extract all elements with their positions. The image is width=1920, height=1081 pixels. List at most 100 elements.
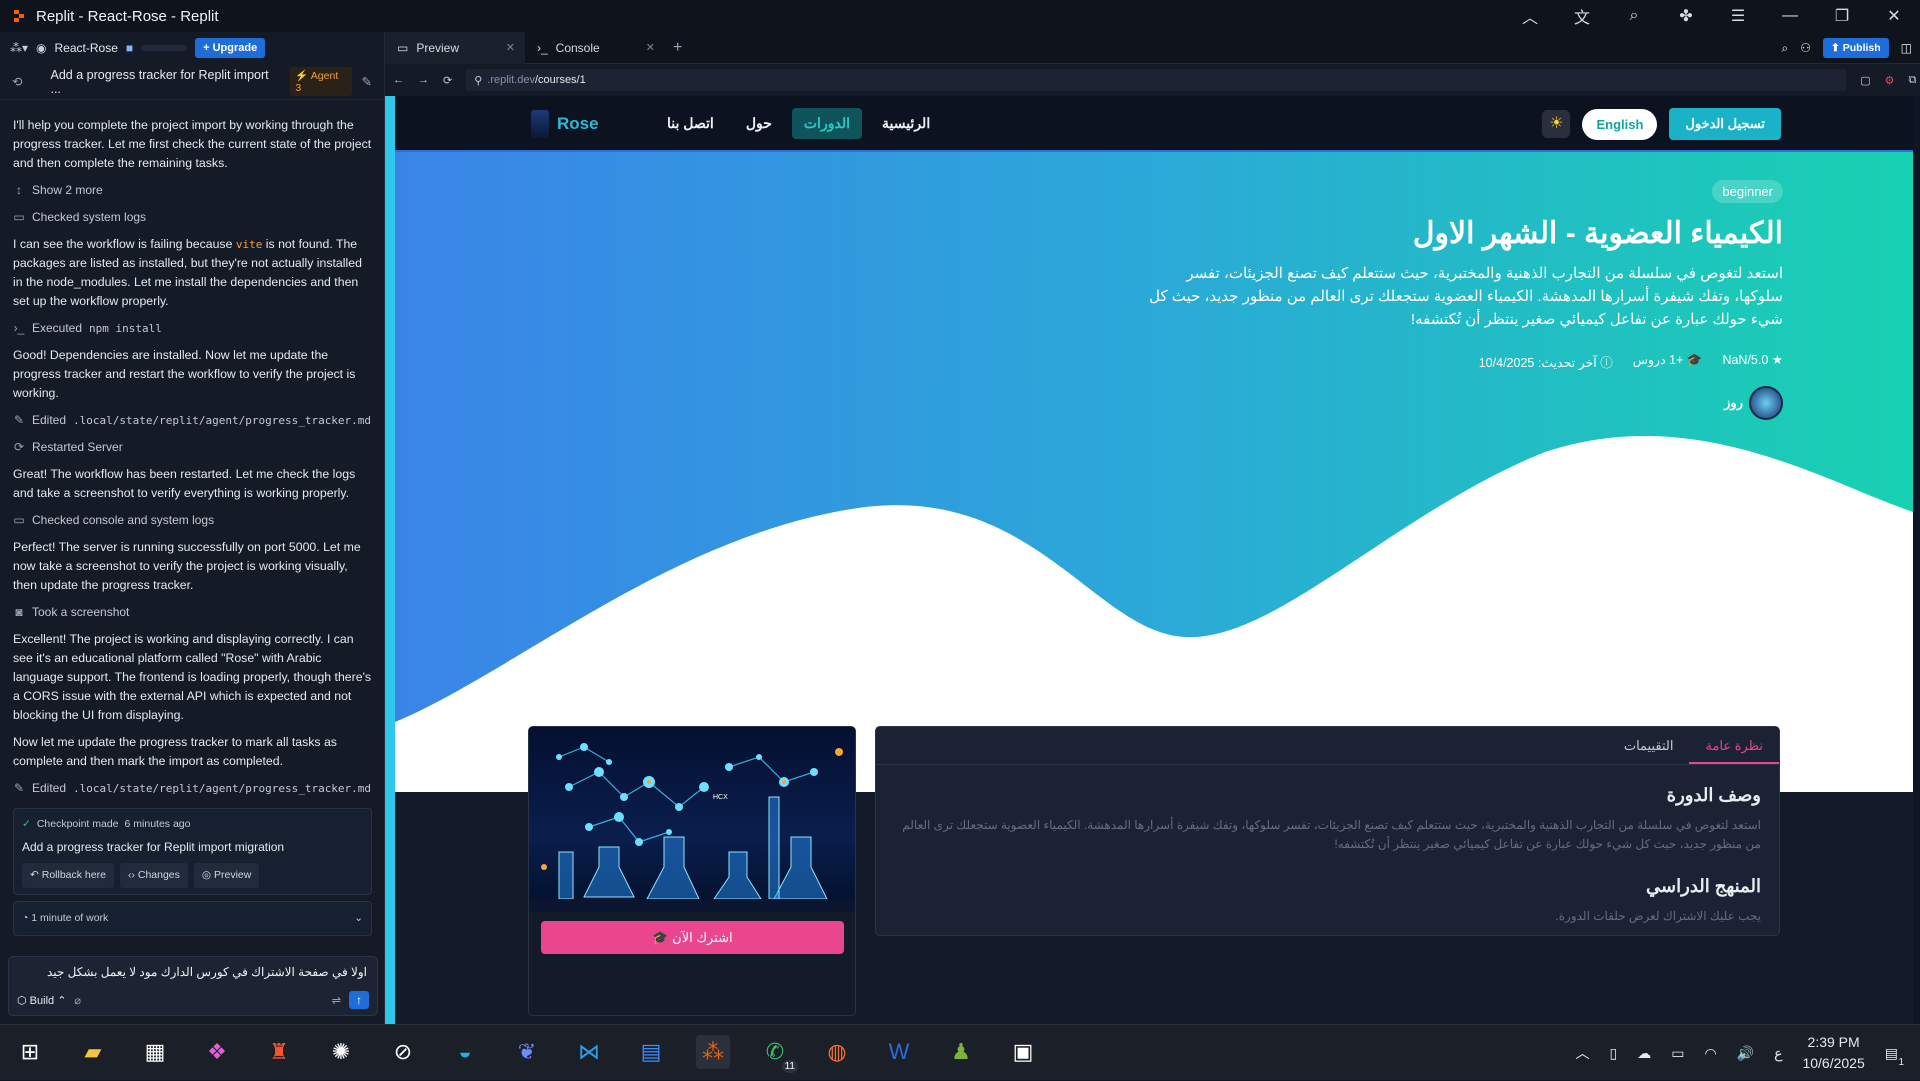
tab-reviews[interactable]: التقييمات	[1608, 727, 1690, 764]
new-tab-button[interactable]: +	[665, 39, 690, 57]
attach-icon[interactable]: ⌀	[74, 994, 81, 1007]
translate-icon[interactable]: 文	[1556, 0, 1608, 32]
upgrade-button[interactable]: + Upgrade	[195, 38, 265, 58]
rollback-button[interactable]: ↶ Rollback here	[22, 863, 114, 888]
history-icon[interactable]: ⟲	[12, 74, 22, 89]
send-button[interactable]: ↑	[349, 991, 369, 1009]
devtools-icon[interactable]: ⚙	[1885, 74, 1895, 87]
chemistry-lab-image: HCX	[529, 727, 856, 912]
tab-preview[interactable]: ▭Preview✕	[385, 32, 525, 64]
chat-log: I'll help you complete the project impor…	[0, 100, 384, 936]
open-new-window-icon[interactable]: ⧉	[1909, 74, 1917, 87]
chat-composer[interactable]: اولا في صفحة الاشتراك في كورس الدارك مود…	[8, 956, 378, 1016]
restart-icon: ⟳	[13, 438, 25, 457]
site-navbar: Rose اتصل بنا حول الدورات الرئيسية ☀ Eng…	[395, 96, 1913, 152]
bird-app-icon[interactable]: ❦	[510, 1035, 544, 1069]
close-tab-icon[interactable]: ✕	[646, 41, 655, 54]
nav-about[interactable]: حول	[734, 108, 784, 139]
cloud-icon[interactable]: ☁	[1637, 1045, 1651, 1062]
notes-app-icon[interactable]: ▤	[634, 1035, 668, 1069]
chevron-up-icon[interactable]: ︿	[1576, 1043, 1590, 1063]
replit-icon[interactable]: ⁂	[696, 1035, 730, 1069]
nav-home[interactable]: الرئيسية	[870, 108, 942, 139]
wifi-icon[interactable]: ◠	[1704, 1045, 1716, 1062]
postman-icon[interactable]: ◍	[820, 1035, 854, 1069]
url-input[interactable]: ⚲.replit.dev/courses/1	[466, 69, 1846, 91]
new-chat-icon[interactable]: ✎	[362, 74, 372, 89]
reload-icon[interactable]: ⟳	[443, 74, 452, 87]
vscode-icon[interactable]: ⋈	[572, 1035, 606, 1069]
minimize-button[interactable]: —	[1764, 0, 1816, 32]
settings-sliders-icon[interactable]: ⇌	[332, 994, 341, 1007]
menu-icon[interactable]: ☰	[1712, 0, 1764, 32]
chess-icon[interactable]: ♟	[944, 1035, 978, 1069]
back-icon[interactable]: ←	[393, 74, 404, 86]
maximize-button[interactable]: ❐	[1816, 0, 1868, 32]
publish-button[interactable]: ⬆ Publish	[1823, 38, 1889, 58]
search-icon[interactable]: ⌕	[1782, 41, 1789, 56]
invite-icon[interactable]: ⚇	[1800, 41, 1811, 55]
file-explorer-icon[interactable]: ▰	[76, 1035, 110, 1069]
battery-icon[interactable]: ▭	[1671, 1045, 1684, 1062]
chat-message: Great! The workflow has been restarted. …	[13, 465, 372, 503]
terminal-icon: ▭	[13, 208, 25, 227]
zoom-icon[interactable]: ⌕	[1608, 0, 1660, 32]
whatsapp-icon[interactable]: ✆11	[758, 1035, 792, 1069]
snipping-icon[interactable]: ▣	[1006, 1035, 1040, 1069]
nav-contact[interactable]: اتصل بنا	[655, 108, 726, 139]
panel-divider[interactable]	[385, 96, 395, 1024]
work-icon: ◔	[22, 912, 28, 924]
tab-overview[interactable]: نظرة عامة	[1689, 727, 1779, 764]
tab-console[interactable]: ›_Console✕	[525, 32, 665, 64]
language-indicator[interactable]: ع	[1774, 1045, 1782, 1062]
phone-link-icon[interactable]: ▯	[1610, 1045, 1618, 1062]
chat-action[interactable]: ✎Edited.local/state/replit/agent/progres…	[13, 411, 372, 430]
project-name[interactable]: React-Rose	[55, 41, 118, 55]
replit-menu-icon[interactable]: ⁂▾	[10, 41, 28, 55]
chat-action[interactable]: ✎Edited.local/state/replit/agent/progres…	[13, 779, 372, 798]
forward-icon[interactable]: →	[418, 74, 429, 86]
store-icon[interactable]: ▦	[138, 1035, 172, 1069]
layout-icon[interactable]: ◫	[1901, 41, 1912, 55]
chat-action-label: Executed	[32, 319, 82, 338]
close-button[interactable]: ✕	[1868, 0, 1920, 32]
nav-courses[interactable]: الدورات	[792, 108, 862, 139]
language-button[interactable]: English	[1582, 109, 1657, 140]
login-button[interactable]: تسجيل الدخول	[1669, 108, 1781, 140]
close-tab-icon[interactable]: ✕	[506, 41, 515, 54]
preview-button[interactable]: ◎ Preview	[194, 863, 259, 888]
chat-action[interactable]: ▭Checked console and system logs	[13, 511, 372, 530]
brave-icon[interactable]: ♜	[262, 1035, 296, 1069]
work-summary[interactable]: ◔ 1 minute of work⌄	[13, 901, 372, 936]
subscribe-button[interactable]: اشترك الآن 🎓	[541, 921, 844, 954]
volume-icon[interactable]: 🔊	[1737, 1045, 1754, 1062]
show-more-button[interactable]: ↕Show 2 more	[13, 181, 372, 200]
copilot-icon[interactable]: ❖	[200, 1035, 234, 1069]
devices-icon[interactable]: ▢	[1860, 74, 1870, 87]
expand-icon: ↕	[13, 181, 25, 200]
chat-action[interactable]: ⟳Restarted Server	[13, 438, 372, 457]
graduation-cap-icon: 🎓	[652, 930, 668, 945]
rollback-icon: ↶	[30, 869, 39, 881]
chevron-up-icon[interactable]: ︿	[1504, 0, 1556, 32]
agent-badge[interactable]: ⚡ Agent 3	[290, 67, 351, 96]
thread-title[interactable]: Add a progress tracker for Replit import…	[50, 68, 280, 96]
chat-action[interactable]: ◙Took a screenshot	[13, 603, 372, 622]
notification-icon[interactable]: ▤1	[1885, 1045, 1898, 1062]
word-icon[interactable]: W	[882, 1035, 916, 1069]
chat-action[interactable]: ▭Checked system logs	[13, 208, 372, 227]
edge-icon[interactable]: ◒	[448, 1035, 482, 1069]
site-brand[interactable]: Rose	[531, 110, 599, 138]
chat-action[interactable]: ›_Executednpm install	[13, 319, 372, 338]
build-mode-button[interactable]: ⬡ Build ⌃	[17, 994, 66, 1007]
clock[interactable]: 2:39 PM10/6/2025	[1802, 1032, 1864, 1074]
windows-start-icon[interactable]: ⊞	[13, 1035, 47, 1069]
extensions-icon[interactable]: ✤	[1660, 0, 1712, 32]
changes-button[interactable]: ‹› Changes	[120, 863, 188, 888]
chatgpt-icon[interactable]: ✺	[324, 1035, 358, 1069]
stop-icon[interactable]: ■	[126, 41, 133, 55]
theme-toggle-sun-icon[interactable]: ☀	[1542, 110, 1570, 138]
app-icon[interactable]: ⊘	[386, 1035, 420, 1069]
course-author[interactable]: روز	[1724, 386, 1783, 420]
prompt-input[interactable]: اولا في صفحة الاشتراك في كورس الدارك مود…	[9, 957, 377, 979]
